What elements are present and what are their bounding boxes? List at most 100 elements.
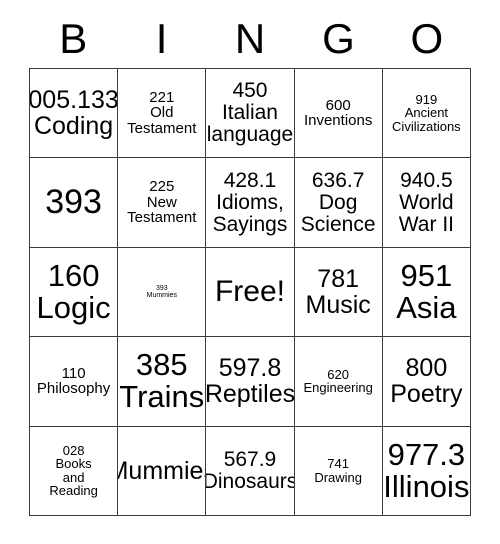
bingo-cell-content: 385 Trains	[119, 347, 205, 415]
header-letter-n: N	[234, 15, 266, 62]
bingo-cell-number: 028	[62, 442, 85, 458]
bingo-cell-label: Logic	[36, 289, 111, 325]
bingo-cell-content: 005.133 Coding	[29, 86, 118, 141]
bingo-cell-content: 620 Engineering	[297, 368, 380, 395]
bingo-cell-label: Poetry	[390, 380, 463, 409]
bingo-header: B I N G O	[29, 10, 471, 68]
bingo-cell[interactable]: 977.3 Illinois	[381, 425, 472, 516]
bingo-cell-number: 005.133	[29, 86, 118, 115]
bingo-cell[interactable]: 940.5 World War II	[381, 157, 472, 248]
bingo-cell-number: 940.5	[400, 168, 453, 192]
bingo-row: 110 Philosophy 385 Trains 597.8 Reptiles 620 En…	[28, 336, 472, 427]
bingo-cell-number: 385	[135, 347, 188, 383]
bingo-card: B I N G O 005.133 Coding 221 Old Testament 45…	[28, 10, 472, 516]
bingo-cell[interactable]: 620 Engineering	[293, 336, 383, 427]
bingo-cell[interactable]: 951 Asia	[381, 246, 472, 338]
bingo-row: 393 225 New Testament 428.1 Idioms, Sayings 636…	[28, 157, 472, 248]
bingo-cell-label: Illinois	[383, 468, 470, 504]
bingo-cell-content: 600 Inventions	[297, 96, 380, 130]
bingo-cell-label: Dog	[318, 190, 358, 214]
bingo-cell-label: Engineering	[303, 380, 373, 396]
bingo-cell[interactable]: Free!	[205, 246, 295, 338]
bingo-cell-label: Reptiles	[205, 380, 295, 409]
bingo-cell-content: Free!	[208, 276, 291, 307]
bingo-cell[interactable]: 600 Inventions	[293, 67, 383, 159]
bingo-cell-content: 741 Drawing	[297, 457, 380, 484]
bingo-cell-number: 919	[415, 91, 438, 107]
bingo-cell[interactable]: Mummies	[117, 425, 207, 516]
bingo-cell-label: Inventions	[303, 112, 373, 130]
bingo-cell-number: 800	[405, 354, 448, 383]
bingo-cell[interactable]: 450 Italian language	[205, 67, 295, 159]
bingo-cell[interactable]: 800 Poetry	[381, 336, 472, 427]
bingo-cell-label: Reading	[49, 483, 98, 499]
bingo-cell[interactable]: 741 Drawing	[293, 425, 383, 516]
bingo-cell-content: 428.1 Idioms, Sayings	[208, 170, 291, 235]
header-letter-o: O	[410, 15, 444, 62]
bingo-cell-content: 225 New Testament	[120, 179, 203, 226]
bingo-cell[interactable]: 110 Philosophy	[28, 336, 119, 427]
bingo-cell-number: 781	[317, 264, 360, 293]
bingo-cell-content: Mummies	[119, 456, 205, 485]
bingo-cell[interactable]: 781 Music	[293, 246, 383, 338]
bingo-cell-number: 450	[232, 79, 268, 103]
header-letter-i: I	[155, 15, 168, 62]
bingo-cell-content: 951 Asia	[385, 259, 468, 325]
header-letter-b: B	[59, 15, 88, 62]
bingo-cell-label: World	[399, 190, 454, 214]
bingo-cell[interactable]: 636.7 Dog Science	[293, 157, 383, 248]
bingo-cell-label: Mummies	[146, 291, 177, 299]
bingo-cell-number: 225	[149, 178, 175, 196]
bingo-cell-label: Testament	[127, 209, 197, 227]
bingo-cell[interactable]: 225 New Testament	[117, 157, 207, 248]
bingo-row: 028BooksandReadingMummies567.9Dinosaurs7…	[28, 425, 472, 516]
bingo-cell-label: Asia	[396, 289, 457, 325]
bingo-cell-content: 393 Mummies	[120, 285, 203, 300]
bingo-cell-label: Idioms,	[216, 190, 284, 214]
bingo-grid: 005.133 Coding 221 Old Testament 450 Italian la…	[28, 67, 472, 516]
header-letter-g: G	[322, 15, 355, 62]
bingo-cell-number: 221	[149, 88, 175, 106]
bingo-cell-label: Music	[305, 290, 371, 319]
bingo-cell[interactable]: 393 Mummies	[117, 246, 207, 338]
bingo-cell-label: Trains	[119, 379, 205, 415]
bingo-cell[interactable]: 919 Ancient Civilizations	[381, 67, 472, 159]
bingo-cell-content: 919 Ancient Civilizations	[385, 93, 468, 134]
bingo-cell-content: 636.7 Dog Science	[297, 170, 380, 235]
bingo-cell[interactable]: 567.9 Dinosaurs	[205, 425, 295, 516]
bingo-cell-label: Philosophy	[36, 380, 111, 398]
bingo-cell-label: Mummies	[119, 456, 205, 485]
bingo-cell-number: 977.3	[387, 436, 466, 472]
bingo-cell-label: Civilizations	[392, 118, 461, 134]
bingo-cell-label: War II	[398, 212, 454, 236]
bingo-cell-content: 450 Italian language	[206, 79, 294, 147]
bingo-cell-content: 393	[32, 184, 115, 220]
bingo-cell-content: 781 Music	[297, 266, 380, 318]
bingo-cell-number: 600	[325, 96, 351, 114]
bingo-cell[interactable]: 221 Old Testament	[117, 67, 207, 159]
bingo-cell-content: 028 Books and Reading	[32, 444, 115, 498]
bingo-cell-label: Dinosaurs	[205, 469, 295, 493]
bingo-row: 005.133 Coding 221 Old Testament 450 Italian la…	[28, 67, 472, 159]
bingo-cell-label: New	[146, 193, 177, 211]
bingo-cell[interactable]: 393	[28, 157, 119, 248]
bingo-cell[interactable]: 028 Books and Reading	[28, 425, 119, 516]
bingo-cell-label: Coding	[33, 112, 114, 141]
bingo-cell-label: Testament	[127, 119, 197, 137]
bingo-cell-label: Old	[150, 104, 174, 122]
bingo-cell[interactable]: 597.8 Reptiles	[205, 336, 295, 427]
bingo-cell-number: 636.7	[311, 168, 365, 192]
bingo-cell[interactable]: 160 Logic	[28, 246, 119, 338]
bingo-cell-number: 567.9	[223, 447, 277, 471]
bingo-cell-label: and	[62, 469, 85, 485]
bingo-cell-number: 160	[47, 257, 100, 293]
bingo-cell-content: 221 Old Testament	[120, 90, 203, 137]
bingo-cell-label: Sayings	[212, 212, 288, 236]
bingo-cell[interactable]: 385 Trains	[117, 336, 207, 427]
bingo-cell-label: language	[206, 123, 294, 147]
bingo-cell-content: 977.3 Illinois	[383, 436, 470, 504]
bingo-cell[interactable]: 005.133 Coding	[28, 67, 119, 159]
bingo-cell[interactable]: 428.1 Idioms, Sayings	[205, 157, 295, 248]
bingo-cell-content: 567.9 Dinosaurs	[205, 447, 295, 493]
bingo-cell-label: Drawing	[314, 469, 362, 485]
